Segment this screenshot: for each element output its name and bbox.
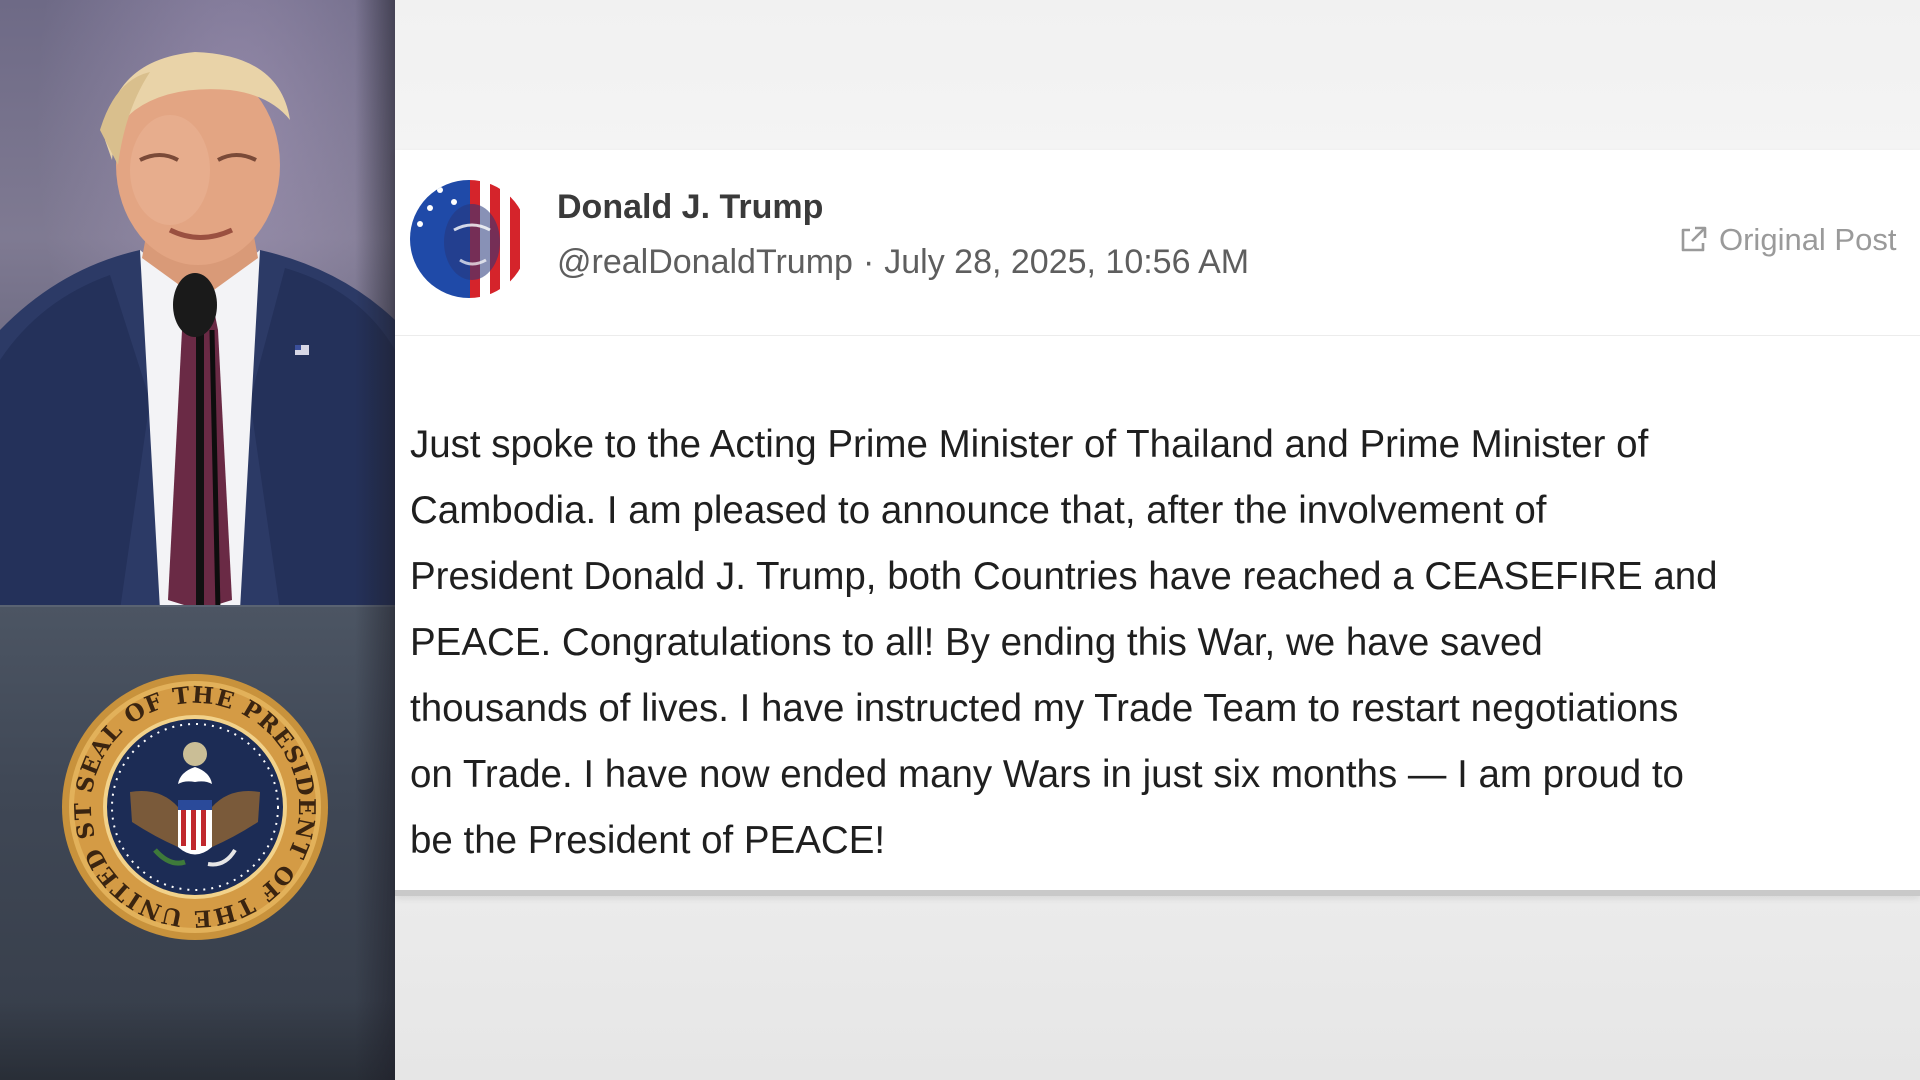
podium-shadow (0, 1000, 395, 1080)
post-header: Donald J. Trump @realDonaldTrump · July 28… (395, 150, 1920, 336)
speaker-photo: SEAL OF THE PRESIDENT OF THE UNITED STAT… (0, 0, 395, 1080)
post-body-text: Just spoke to the Acting Prime Minister … (410, 423, 1718, 862)
original-post-link[interactable]: Original Post (1677, 222, 1896, 258)
author-handle[interactable]: @realDonaldTrump (557, 243, 853, 281)
photo-edge-fade (355, 0, 395, 1080)
presidential-seal-icon: SEAL OF THE PRESIDENT OF THE UNITED STAT… (50, 651, 330, 942)
original-post-label: Original Post (1719, 222, 1897, 257)
external-link-icon (1681, 226, 1707, 252)
social-post-card: Donald J. Trump @realDonaldTrump · July 28… (395, 150, 1920, 896)
news-frame: SEAL OF THE PRESIDENT OF THE UNITED STAT… (0, 0, 1920, 1080)
avatar[interactable] (410, 180, 528, 298)
post-meta: @realDonaldTrump · July 28, 2025, 10:56 AM (557, 243, 1249, 282)
author-name[interactable]: Donald J. Trump (557, 188, 823, 227)
meta-separator: · (862, 243, 875, 281)
post-timestamp[interactable]: July 28, 2025, 10:56 AM (884, 243, 1249, 281)
